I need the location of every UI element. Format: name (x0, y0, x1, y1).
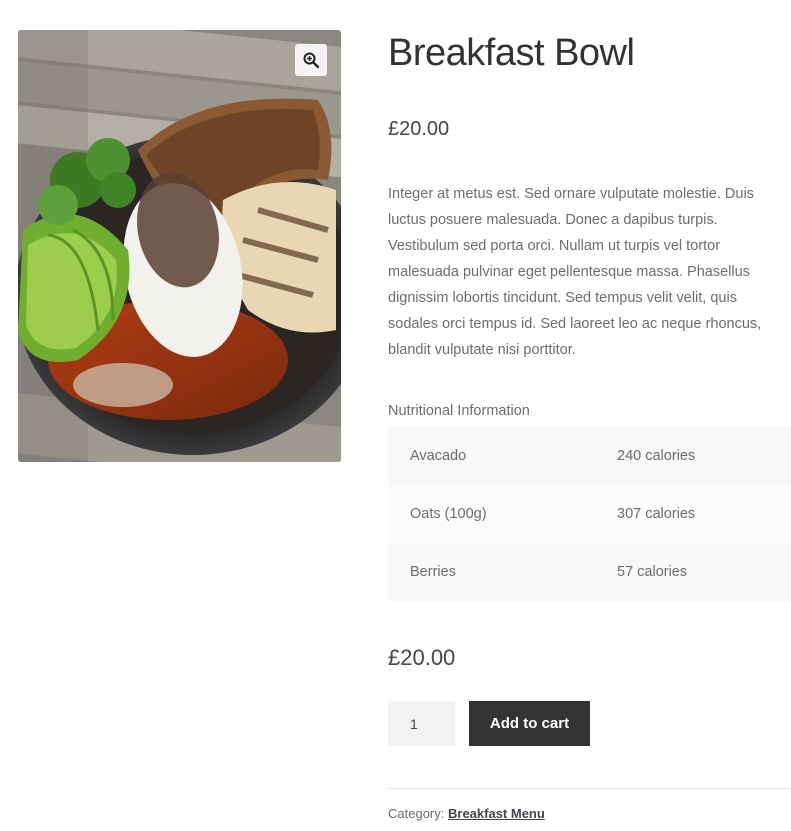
product-title: Breakfast Bowl (388, 32, 635, 74)
breakfast-bowl-photo (18, 30, 341, 462)
table-row: Oats (100g) 307 calories (388, 485, 791, 543)
cart-price: £20.00 (388, 645, 456, 670)
product-description: Integer at metus est. Sed ornare vulputa… (388, 186, 762, 358)
zoom-button[interactable] (295, 44, 327, 76)
product-price: £20.00 (388, 118, 450, 140)
product-page: Breakfast Bowl £20.00 Integer at metus e… (0, 0, 791, 831)
nutrition-table: Avacado 240 calories Oats (100g) 307 cal… (388, 427, 791, 601)
zoom-in-icon (303, 52, 319, 68)
nutrition-item: Oats (100g) (410, 506, 487, 522)
nutrition-item: Berries (410, 564, 456, 580)
nutrition-heading: Nutritional Information (388, 403, 530, 419)
category-label: Category: (388, 806, 445, 821)
add-to-cart-button[interactable]: Add to cart (469, 701, 590, 746)
quantity-input[interactable] (388, 701, 455, 746)
table-row: Avacado 240 calories (388, 427, 791, 485)
product-meta: Category: Breakfast Menu (388, 806, 545, 821)
nutrition-calories: 240 calories (617, 448, 696, 464)
category-link[interactable]: Breakfast Menu (448, 806, 545, 821)
product-image[interactable] (18, 30, 341, 462)
nutrition-calories: 57 calories (617, 564, 688, 580)
divider (388, 788, 791, 789)
table-row: Berries 57 calories (388, 543, 791, 601)
nutrition-item: Avacado (410, 448, 467, 464)
nutrition-calories: 307 calories (617, 506, 696, 522)
